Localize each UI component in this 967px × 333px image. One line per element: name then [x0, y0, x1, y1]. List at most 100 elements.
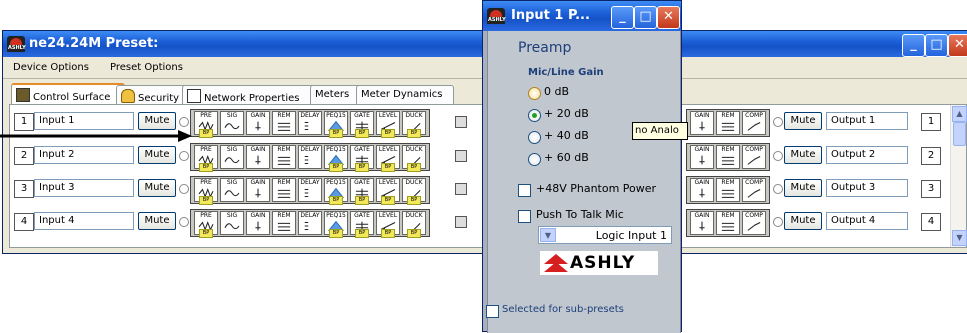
- input-name-field[interactable]: Input 1: [34, 112, 134, 130]
- input-block-rem[interactable]: REM: [272, 211, 296, 235]
- output-block-rem[interactable]: REM: [716, 111, 740, 135]
- output-block-gain[interactable]: GAIN: [690, 178, 714, 202]
- output-block-comp[interactable]: COMP: [742, 111, 766, 135]
- output-mute-button[interactable]: Mute: [784, 112, 822, 130]
- input-assign-button[interactable]: [455, 116, 467, 128]
- minimize-button[interactable]: _: [902, 34, 925, 57]
- gain-radio-40db[interactable]: [528, 131, 541, 144]
- scroll-down-arrow-icon[interactable]: ▼: [952, 230, 967, 246]
- output-number-button[interactable]: 2: [921, 147, 941, 165]
- output-name-field[interactable]: Output 3: [826, 179, 908, 197]
- scroll-thumb[interactable]: [953, 122, 966, 146]
- popup-close-button[interactable]: ✕: [657, 6, 680, 29]
- input-block-delay[interactable]: DELAY: [298, 145, 322, 169]
- phantom-power-checkbox[interactable]: [518, 184, 531, 197]
- bypass-badge[interactable]: BP: [329, 163, 343, 172]
- subpreset-checkbox[interactable]: [486, 305, 499, 318]
- input-mute-button[interactable]: Mute: [138, 112, 176, 130]
- bypass-badge[interactable]: BP: [381, 163, 395, 172]
- input-mute-button[interactable]: Mute: [138, 212, 176, 230]
- bypass-badge[interactable]: BP: [355, 196, 369, 205]
- output-name-field[interactable]: Output 1: [826, 112, 908, 130]
- input-name-field[interactable]: Input 3: [34, 179, 134, 197]
- output-block-gain[interactable]: GAIN: [690, 111, 714, 135]
- input-block-sig[interactable]: SIG: [220, 145, 244, 169]
- output-name-field[interactable]: Output 4: [826, 212, 908, 230]
- input-name-field[interactable]: Input 2: [34, 146, 134, 164]
- maximize-button[interactable]: □: [925, 34, 948, 57]
- output-block-comp[interactable]: COMP: [742, 145, 766, 169]
- popup-maximize-button[interactable]: □: [634, 6, 657, 29]
- bypass-badge[interactable]: BP: [381, 229, 395, 238]
- output-mute-button[interactable]: Mute: [784, 212, 822, 230]
- output-mute-button[interactable]: Mute: [784, 179, 822, 197]
- bypass-badge[interactable]: BP: [199, 229, 213, 238]
- output-number-button[interactable]: 3: [921, 180, 941, 198]
- output-block-gain[interactable]: GAIN: [690, 211, 714, 235]
- input-block-sig[interactable]: SIG: [220, 178, 244, 202]
- gain-radio-60db[interactable]: [528, 153, 541, 166]
- bypass-badge[interactable]: BP: [355, 163, 369, 172]
- scroll-up-arrow-icon[interactable]: ▲: [952, 106, 967, 122]
- output-name-field[interactable]: Output 2: [826, 146, 908, 164]
- bypass-badge[interactable]: BP: [199, 163, 213, 172]
- output-block-rem[interactable]: REM: [716, 145, 740, 169]
- bypass-badge[interactable]: BP: [407, 129, 421, 138]
- input-block-gain[interactable]: GAIN: [246, 145, 270, 169]
- bypass-badge[interactable]: BP: [381, 129, 395, 138]
- input-block-delay[interactable]: DELAY: [298, 178, 322, 202]
- input-block-rem[interactable]: REM: [272, 111, 296, 135]
- input-block-rem[interactable]: REM: [272, 145, 296, 169]
- sig-block-icon: [224, 157, 240, 164]
- bypass-badge[interactable]: BP: [381, 196, 395, 205]
- menu-device-options[interactable]: Device Options: [13, 62, 89, 73]
- input-block-sig[interactable]: SIG: [220, 211, 244, 235]
- input-assign-button[interactable]: [455, 183, 467, 195]
- bypass-badge[interactable]: BP: [329, 129, 343, 138]
- bypass-badge[interactable]: BP: [355, 129, 369, 138]
- input-number-button[interactable]: 1: [14, 113, 34, 131]
- input-block-gain[interactable]: GAIN: [246, 178, 270, 202]
- menu-preset-options[interactable]: Preset Options: [110, 62, 183, 73]
- close-button[interactable]: ✕: [948, 34, 967, 57]
- push-to-talk-checkbox[interactable]: [518, 210, 531, 223]
- input-block-gain[interactable]: GAIN: [246, 111, 270, 135]
- logic-input-select[interactable]: ▼ Logic Input 1: [538, 226, 672, 244]
- bypass-badge[interactable]: BP: [329, 229, 343, 238]
- output-block-gain[interactable]: GAIN: [690, 145, 714, 169]
- output-block-comp[interactable]: COMP: [742, 178, 766, 202]
- bypass-badge[interactable]: BP: [355, 229, 369, 238]
- bypass-badge[interactable]: BP: [407, 163, 421, 172]
- input-block-delay[interactable]: DELAY: [298, 211, 322, 235]
- bypass-badge[interactable]: BP: [329, 196, 343, 205]
- output-number-button[interactable]: 1: [921, 113, 941, 131]
- chevron-down-icon[interactable]: ▼: [540, 228, 556, 242]
- input-number-button[interactable]: 3: [14, 180, 34, 198]
- output-block-comp[interactable]: COMP: [742, 211, 766, 235]
- input-block-delay[interactable]: DELAY: [298, 111, 322, 135]
- popup-title-bar[interactable]: Input 1 P... _ □ ✕: [483, 1, 681, 31]
- output-block-rem[interactable]: REM: [716, 178, 740, 202]
- output-mute-button[interactable]: Mute: [784, 146, 822, 164]
- bypass-badge[interactable]: BP: [199, 196, 213, 205]
- input-number-button[interactable]: 2: [14, 147, 34, 165]
- vertical-scrollbar[interactable]: ▲ ▼: [950, 105, 967, 247]
- input-assign-button[interactable]: [455, 150, 467, 162]
- bypass-badge[interactable]: BP: [407, 196, 421, 205]
- close-icon: ✕: [954, 37, 965, 52]
- bypass-badge[interactable]: BP: [199, 129, 213, 138]
- input-number-button[interactable]: 4: [14, 213, 34, 231]
- bypass-badge[interactable]: BP: [407, 229, 421, 238]
- input-block-rem[interactable]: REM: [272, 178, 296, 202]
- output-number-button[interactable]: 4: [921, 213, 941, 231]
- output-block-rem[interactable]: REM: [716, 211, 740, 235]
- input-name-field[interactable]: Input 4: [34, 212, 134, 230]
- input-mute-button[interactable]: Mute: [138, 146, 176, 164]
- input-block-gain[interactable]: GAIN: [246, 211, 270, 235]
- gain-radio-0db[interactable]: [528, 87, 541, 100]
- input-assign-button[interactable]: [455, 216, 467, 228]
- gain-radio-20db[interactable]: [528, 109, 541, 122]
- input-mute-button[interactable]: Mute: [138, 179, 176, 197]
- popup-minimize-button[interactable]: _: [611, 6, 634, 29]
- input-block-sig[interactable]: SIG: [220, 111, 244, 135]
